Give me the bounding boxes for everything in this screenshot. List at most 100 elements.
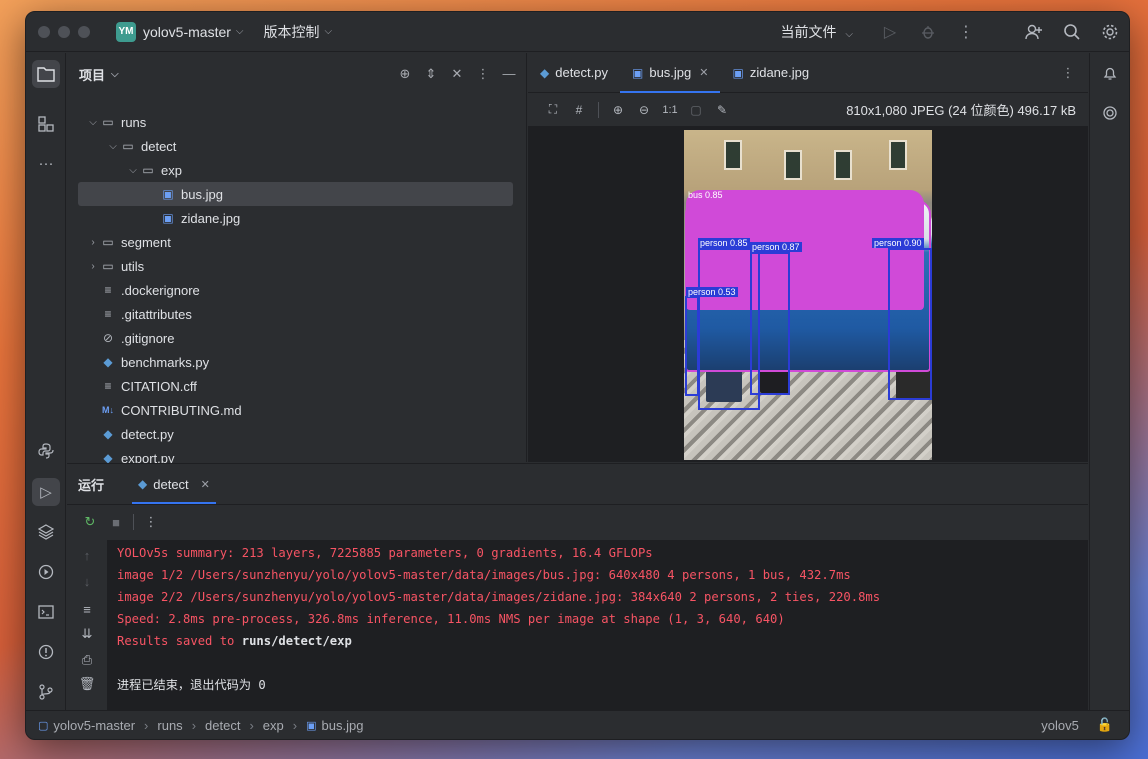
more-horizontal-icon[interactable]: ··· [32,149,60,177]
chevron-right-icon[interactable]: › [86,237,100,248]
project-badge[interactable]: YM [116,21,136,42]
more-vertical-icon[interactable]: ⋮ [947,12,985,52]
tab-zidane-jpg[interactable]: ▣ zidane.jpg [720,53,821,92]
chevron-right-icon[interactable]: › [86,261,100,272]
tree-item[interactable]: ≡ .gitattributes [78,302,513,326]
trash-icon[interactable]: 🗑 [74,676,100,692]
ignore-file-icon: ⊘ [102,331,114,345]
settings-gear-icon[interactable] [1091,12,1129,52]
minimize-window-button[interactable] [58,25,70,38]
more-vertical-icon[interactable]: ⋮ [138,514,164,530]
layers-icon[interactable] [32,518,60,546]
vcs-menu[interactable]: 版本控制 [264,22,320,42]
tree-item[interactable]: ≡ .dockerignore [78,278,513,302]
chevron-down-icon[interactable]: ⌵ [86,117,100,128]
terminal-icon[interactable] [32,598,60,626]
run-tab-detect[interactable]: ◆ detect ✕ [132,464,216,504]
project-folder-icon[interactable] [32,60,60,88]
tab-detect-py[interactable]: ◆ detect.py [528,53,620,92]
tree-item[interactable]: ⌵ ▭ runs [78,110,513,134]
tree-item[interactable]: M↓ CONTRIBUTING.md [78,398,513,422]
folder-icon: ▭ [122,139,134,153]
tree-item[interactable]: › ▭ segment [78,230,513,254]
tabs-more-icon[interactable]: ⋮ [1048,53,1088,92]
grid-icon[interactable]: # [566,103,592,117]
tree-item[interactable]: ⊘ .gitignore [78,326,513,350]
stop-icon[interactable]: ■ [103,515,129,530]
debug-icon[interactable] [909,12,947,52]
title-bar: YM yolov5-master ⌵ 版本控制 ⌵ 当前文件 ⌵ ▷ ⋮ [26,12,1129,52]
problems-icon[interactable] [32,638,60,666]
tree-item[interactable]: ▣ zidane.jpg [78,206,513,230]
chevron-down-icon[interactable]: ⌵ [106,141,120,152]
tree-item[interactable]: ⌵ ▭ detect [78,134,513,158]
chevron-down-icon[interactable]: ⌵ [236,26,244,37]
breadcrumb-item[interactable]: bus.jpg [322,718,364,733]
breadcrumb-item[interactable]: yolov5-master [53,718,135,733]
options-icon[interactable]: ⋮ [470,66,496,82]
tree-item[interactable]: › ▭ utils [78,254,513,278]
color-picker-icon[interactable]: ✎ [709,103,735,117]
chevron-down-icon[interactable]: ⌵ [325,26,333,37]
chevron-down-icon[interactable]: ⌵ [126,165,140,176]
tree-item[interactable]: ≡ CITATION.cff [78,374,513,398]
module-icon: ▢ [38,719,49,732]
expand-all-icon[interactable]: ⇕ [418,66,444,82]
project-panel-title[interactable]: 项目 [79,65,105,84]
chevron-down-icon[interactable]: ⌵ [111,69,119,80]
close-window-button[interactable] [38,25,50,38]
services-icon[interactable] [32,558,60,586]
breadcrumb-item[interactable]: exp [263,718,284,733]
breadcrumb-item[interactable]: runs [157,718,182,733]
print-icon[interactable]: ⎙ [74,652,100,668]
ai-assistant-icon[interactable] [1096,99,1124,127]
lock-icon[interactable]: 🔓 [1097,717,1113,733]
tree-item-label: .dockerignore [121,282,200,298]
text-file-icon: ≡ [104,379,112,393]
tree-item[interactable]: ▣ bus.jpg [78,182,513,206]
collapse-all-icon[interactable]: ✕ [444,66,470,82]
search-icon[interactable] [1053,12,1091,52]
run-panel: 运行 ◆ detect ✕ ↻ ■ ⋮ ↑ ↓ ≡ ⇊ ⎙ 🗑 YOLOv5s [67,463,1088,710]
python-console-icon[interactable] [32,437,60,465]
close-tab-icon[interactable]: ✕ [699,66,708,79]
tab-bus-jpg[interactable]: ▣ bus.jpg ✕ [620,53,721,93]
scroll-up-icon[interactable]: ↑ [74,548,100,563]
scroll-down-icon[interactable]: ↓ [74,574,100,589]
run-config-selector[interactable]: 当前文件 ⌵ [781,22,853,42]
breadcrumb-item[interactable]: detect [205,718,240,733]
add-user-icon[interactable] [1015,12,1053,52]
locate-file-icon[interactable]: ⊕ [392,66,418,82]
hide-panel-icon[interactable]: — [496,66,522,82]
rerun-icon[interactable]: ↻ [77,514,103,530]
soft-wrap-icon[interactable]: ≡ [74,602,100,617]
background-chessboard-icon[interactable]: ▢ [683,103,709,117]
tree-item-label: exp [161,162,182,178]
notifications-bell-icon[interactable] [1096,59,1124,87]
zoom-window-button[interactable] [78,25,90,38]
run-icon[interactable]: ▷ [871,12,909,52]
close-tab-icon[interactable]: ✕ [201,478,210,491]
zoom-in-icon[interactable]: ⊕ [605,103,631,117]
python-interpreter[interactable]: yolov5 [1041,718,1079,733]
tree-item-label: segment [121,234,171,250]
structure-icon[interactable] [32,110,60,138]
project-switcher[interactable]: yolov5-master [143,24,231,40]
bus-detection-image: bus 0.85 person 0.85 person 0.87 person … [684,130,932,460]
scroll-to-end-icon[interactable]: ⇊ [74,626,100,642]
tree-item-label: bus.jpg [181,186,223,202]
tree-item[interactable]: ◆ benchmarks.py [78,350,513,374]
bbox-person [888,248,932,400]
actual-size-button[interactable]: 1:1 [657,104,683,116]
bbox-label: person 0.90 [872,238,924,248]
tree-item[interactable]: ◆ detect.py [78,422,513,446]
results-path[interactable]: runs/detect/exp [242,634,352,648]
zoom-out-icon[interactable]: ⊖ [631,103,657,117]
fit-to-window-icon[interactable]: ⛶ [540,102,566,117]
toolbar-separator [133,514,134,530]
image-icon: ▣ [732,65,744,80]
git-icon[interactable] [32,678,60,706]
tree-item[interactable]: ⌵ ▭ exp [78,158,513,182]
editor-area: ◆ detect.py ▣ bus.jpg ✕ ▣ zidane.jpg ⋮ ⛶… [528,53,1088,462]
run-panel-icon[interactable]: ▷ [32,478,60,506]
